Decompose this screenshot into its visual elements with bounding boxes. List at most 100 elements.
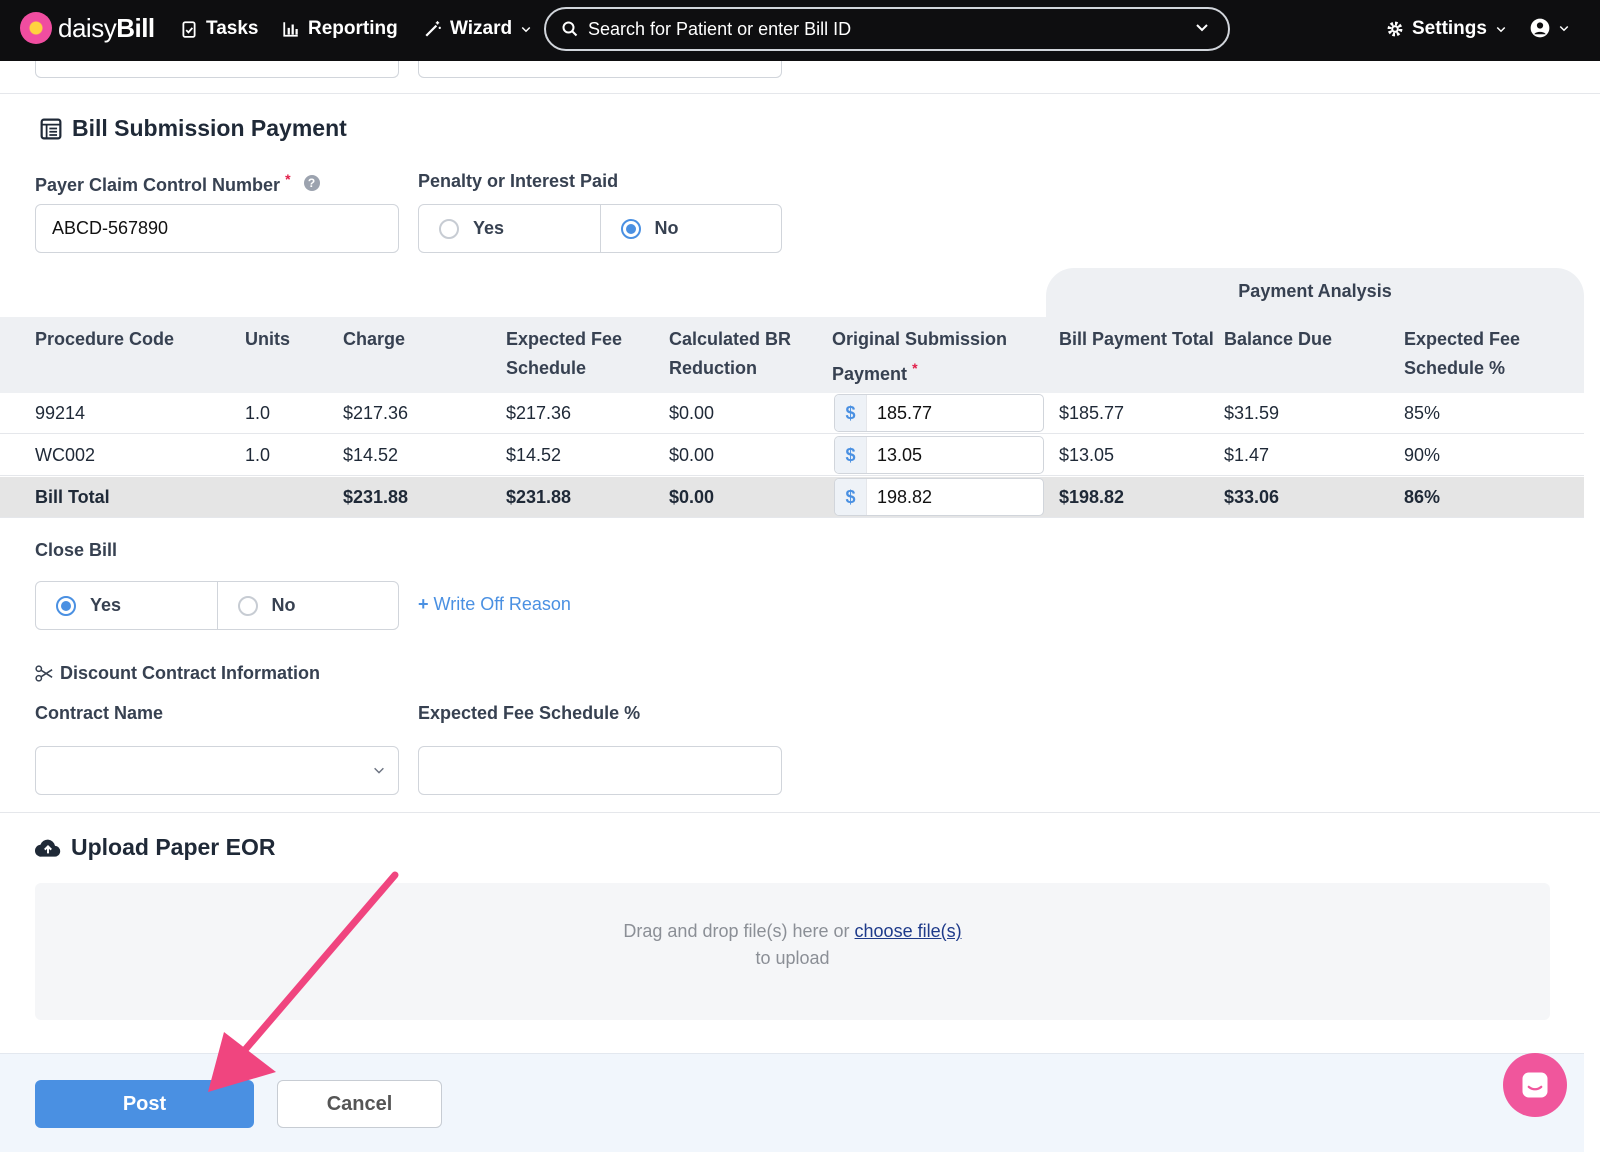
table-row: WC002 1.0 $14.52 $14.52 $0.00 $ 13.05 $1… [0,435,1584,476]
cell-br: $0.00 [669,403,715,423]
cell-pct: 85% [1404,403,1441,423]
cell-total: $198.82 [1059,487,1125,507]
col-original-submission-payment-text: Original Submission Payment [832,329,1008,384]
payer-claim-value: ABCD-567890 [52,218,169,238]
payment-analysis-header: Payment Analysis [1046,268,1584,318]
col-balance-due: Balance Due [1224,329,1333,349]
choose-files-link[interactable]: choose file(s) [855,921,962,941]
discount-contract-title: Discount Contract Information [35,663,320,684]
cell-code: Bill Total [35,487,110,507]
cell-charge: $14.52 [343,445,399,465]
previous-field-stub[interactable] [35,61,399,78]
table-header: Procedure Code Units Charge Expected Fee… [0,317,1584,393]
cell-pct: 90% [1404,445,1441,465]
col-bill-payment-total: Bill Payment Total [1059,329,1214,349]
chat-icon [1522,1072,1548,1098]
top-nav: daisyBill Tasks Reporting Wizard Search … [0,0,1600,61]
brand-light: daisy [58,12,117,43]
penalty-interest-radio-group: Yes No [418,204,782,253]
discount-contract-title-text: Discount Contract Information [60,663,320,683]
cell-charge: $217.36 [343,403,409,423]
cell-balance: $1.47 [1224,445,1270,465]
payer-claim-label: Payer Claim Control Number * ? [35,171,320,196]
penalty-no-option[interactable]: No [599,205,782,252]
contract-name-select[interactable] [35,746,399,795]
radio-checked-icon [620,218,641,239]
radio-checked-icon [56,595,76,616]
nav-reporting-label: Reporting [308,18,398,39]
cell-balance: $31.59 [1224,403,1280,423]
radio-unchecked-icon [237,595,258,616]
cell-br: $0.00 [669,445,715,465]
bar-chart-icon [283,22,298,37]
payment-value: 185.77 [877,402,933,423]
chevron-down-icon [374,767,384,774]
required-asterisk: * [285,171,291,187]
chat-launcher-button[interactable] [1503,1053,1567,1117]
penalty-interest-label: Penalty or Interest Paid [418,171,619,191]
patient-search-input[interactable]: Search for Patient or enter Bill ID [544,7,1230,51]
file-dropzone[interactable]: Drag and drop file(s) here or choose fil… [35,883,1550,1020]
chevron-down-icon [521,26,531,33]
cloud-upload-icon [35,839,61,857]
upload-title-text: Upload Paper EOR [71,834,276,860]
payment-input[interactable]: $ 13.05 [834,436,1044,474]
col-units: Units [245,329,290,349]
cell-units: 1.0 [245,445,271,465]
col-calculated-br-reduction: Calculated BR Reduction [669,329,792,378]
nav-reporting[interactable]: Reporting [282,18,398,40]
cell-total: $185.77 [1059,403,1125,423]
nav-settings[interactable]: Settings [1386,18,1507,40]
bill-total-row: Bill Total $231.88 $231.88 $0.00 $ 198.8… [0,477,1584,518]
nav-wizard-label: Wizard [450,18,513,39]
nav-tasks[interactable]: Tasks [180,18,258,40]
payment-value: 13.05 [877,444,923,465]
table-list-icon [40,118,62,139]
cell-charge: $231.88 [343,487,409,507]
penalty-yes-option[interactable]: Yes [419,205,600,252]
cancel-button[interactable]: Cancel [277,1080,442,1128]
cell-balance: $33.06 [1224,487,1280,507]
cell-br: $0.00 [669,487,715,507]
main-content: Bill Submission Payment Payer Claim Cont… [0,61,1600,1152]
cell-code: WC002 [35,445,96,465]
dollar-sign-icon: $ [835,479,867,515]
daisy-flower-icon [20,12,52,44]
gear-icon [1387,21,1403,37]
expected-fee-pct-input[interactable] [418,746,782,795]
magic-wand-icon [425,21,441,37]
close-bill-yes-option[interactable]: Yes [36,582,217,629]
payment-input[interactable]: $ 185.77 [834,394,1044,432]
dollar-sign-icon: $ [835,395,867,431]
nav-wizard[interactable]: Wizard [424,18,532,40]
nav-tasks-label: Tasks [206,18,259,39]
cell-fee: $231.88 [506,487,572,507]
user-menu[interactable] [1530,18,1570,38]
expected-fee-pct-label: Expected Fee Schedule % [418,703,641,723]
col-expected-fee-schedule-pct: Expected Fee Schedule % [1404,329,1521,378]
close-bill-radio-group: Yes No [35,581,399,630]
payer-claim-input[interactable]: ABCD-567890 [35,204,399,253]
chevron-down-icon[interactable] [1194,19,1210,35]
dollar-sign-icon: $ [835,437,867,473]
write-off-reason-link[interactable]: + Write Off Reason [418,594,571,615]
question-circle-icon[interactable]: ? [303,175,320,191]
previous-field-stub[interactable] [418,61,782,78]
contract-name-label: Contract Name [35,703,164,723]
plus-icon: + [418,594,429,614]
chevron-down-icon [1496,26,1506,33]
close-bill-yes-label: Yes [90,595,122,615]
penalty-no-label: No [654,218,679,238]
payer-claim-label-text: Payer Claim Control Number [35,175,281,195]
post-button[interactable]: Post [35,1080,254,1128]
chevron-down-icon [1559,25,1569,32]
divider [0,93,1600,94]
close-bill-no-option[interactable]: No [216,582,399,629]
dropzone-text: Drag and drop file(s) here or [623,921,850,941]
cell-fee: $14.52 [506,445,562,465]
bill-submission-payment-title: Bill Submission Payment [40,115,347,142]
cell-fee: $217.36 [506,403,572,423]
clipboard-check-icon [182,21,196,38]
daisybill-logo[interactable]: daisyBill [20,12,155,44]
total-payment-input[interactable]: $ 198.82 [834,478,1044,516]
